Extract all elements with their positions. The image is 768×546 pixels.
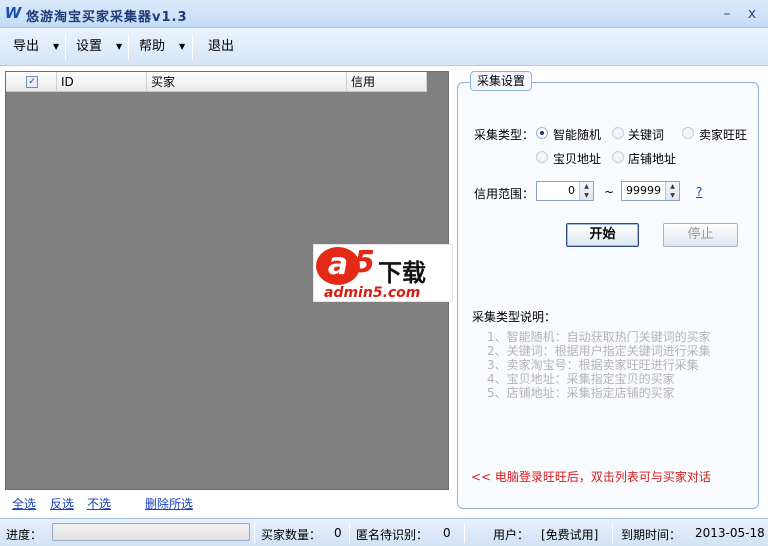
buyer-count-value: 0 xyxy=(334,526,342,540)
menu-settings-label: 设置 xyxy=(76,39,103,54)
radio-smart-random-label[interactable]: 智能随机 xyxy=(553,126,601,143)
expire-value: 2013-05-18 xyxy=(695,526,765,540)
hint-text: << 电脑登录旺旺后，双击列表可与买家对话 xyxy=(471,470,711,484)
select-all-link[interactable]: 全选 xyxy=(12,495,36,512)
start-button[interactable]: 开始 xyxy=(566,223,639,247)
select-all-column[interactable]: ✓ xyxy=(6,72,57,92)
credit-min-stepper[interactable]: 0 ▲ ▼ xyxy=(536,181,594,201)
radio-shop-url[interactable] xyxy=(612,151,624,163)
description-title: 采集类型说明： xyxy=(472,310,557,324)
anon-label: 匿名待识别： xyxy=(356,528,429,542)
radio-seller-wangwang[interactable] xyxy=(682,127,694,139)
status-divider xyxy=(464,523,465,543)
watermark-download: 下载 xyxy=(378,259,426,287)
chevron-down-icon: ▼ xyxy=(53,42,60,51)
radio-smart-random[interactable] xyxy=(536,127,548,139)
delete-selected-link[interactable]: 删除所选 xyxy=(145,495,193,512)
list-header: ✓ ID 买家 信用 xyxy=(6,72,427,92)
stop-button[interactable]: 停止 xyxy=(663,223,738,247)
minimize-button[interactable]: – xyxy=(718,5,736,23)
radio-item-url-label[interactable]: 宝贝地址 xyxy=(553,150,601,167)
radio-keyword[interactable] xyxy=(612,127,624,139)
status-divider xyxy=(254,523,255,543)
status-divider xyxy=(349,523,350,543)
column-header-id[interactable]: ID xyxy=(57,72,147,92)
radio-keyword-label[interactable]: 关键词 xyxy=(628,126,664,143)
credit-max-stepper[interactable]: 99999 ▲ ▼ xyxy=(621,181,680,201)
settings-panel xyxy=(457,82,759,509)
invert-selection-link[interactable]: 反选 xyxy=(50,495,74,512)
chevron-up-icon[interactable]: ▲ xyxy=(580,182,593,191)
menu-divider xyxy=(128,34,129,60)
app-logo-icon: W xyxy=(4,4,22,22)
menu-help[interactable]: 帮助 ▼ xyxy=(139,37,189,57)
select-none-link[interactable]: 不选 xyxy=(87,495,111,512)
range-tilde: ~ xyxy=(604,185,615,199)
column-header-credit[interactable]: 信用 xyxy=(347,72,427,92)
menu-divider xyxy=(65,34,66,60)
chevron-down-icon: ▼ xyxy=(116,42,123,51)
user-value: [免费试用] xyxy=(541,528,599,542)
help-link[interactable]: ? xyxy=(696,185,702,199)
radio-shop-url-label[interactable]: 店铺地址 xyxy=(628,150,676,167)
header-checkbox[interactable]: ✓ xyxy=(26,76,38,88)
anon-count-value: 0 xyxy=(443,526,451,540)
watermark-logo: a 5 下载 admin5.com xyxy=(313,244,453,302)
user-label: 用户： xyxy=(493,528,530,542)
menu-export[interactable]: 导出 ▼ xyxy=(13,37,63,57)
chevron-down-icon: ▼ xyxy=(179,42,186,51)
chevron-up-icon[interactable]: ▲ xyxy=(666,182,679,191)
title-bar: W 悠游淘宝买家采集器v1.3 – x xyxy=(0,0,768,28)
status-bar: 进度： 买家数量： 0 匿名待识别： 0 用户： [免费试用] 到期时间： 20… xyxy=(0,518,768,546)
progress-label: 进度： xyxy=(6,528,43,542)
stepper-buttons[interactable]: ▲ ▼ xyxy=(579,182,593,200)
credit-range-label: 信用范围： xyxy=(474,187,535,201)
menu-settings[interactable]: 设置 ▼ xyxy=(76,37,126,57)
column-header-buyer[interactable]: 买家 xyxy=(147,72,347,92)
window-title: 悠游淘宝买家采集器v1.3 xyxy=(26,10,188,25)
status-divider xyxy=(612,523,613,543)
chevron-down-icon[interactable]: ▼ xyxy=(666,191,679,200)
menu-bar: 导出 ▼ 设置 ▼ 帮助 ▼ 退出 xyxy=(0,28,768,66)
credit-min-value[interactable]: 0 xyxy=(568,184,575,197)
progress-bar xyxy=(52,523,250,541)
radio-item-url[interactable] xyxy=(536,151,548,163)
menu-export-label: 导出 xyxy=(13,39,40,54)
stepper-buttons[interactable]: ▲ ▼ xyxy=(665,182,679,200)
menu-exit[interactable]: 退出 xyxy=(208,37,248,57)
chevron-down-icon[interactable]: ▼ xyxy=(580,191,593,200)
type-label: 采集类型： xyxy=(474,128,535,142)
buyer-count-label: 买家数量： xyxy=(261,528,322,542)
selection-links: 全选 反选 不选 删除所选 xyxy=(0,494,455,512)
watermark-url: admin5.com xyxy=(324,285,421,301)
description-line: 5、店铺地址：采集指定店铺的买家 xyxy=(487,386,675,400)
settings-group-title: 采集设置 xyxy=(470,71,533,91)
expire-label: 到期时间： xyxy=(621,528,682,542)
credit-max-value[interactable]: 99999 xyxy=(626,184,661,197)
menu-help-label: 帮助 xyxy=(139,39,166,54)
menu-divider xyxy=(192,34,193,60)
watermark-five: 5 xyxy=(354,245,375,280)
close-button[interactable]: x xyxy=(743,5,761,23)
radio-seller-wangwang-label[interactable]: 卖家旺旺 xyxy=(699,126,747,143)
